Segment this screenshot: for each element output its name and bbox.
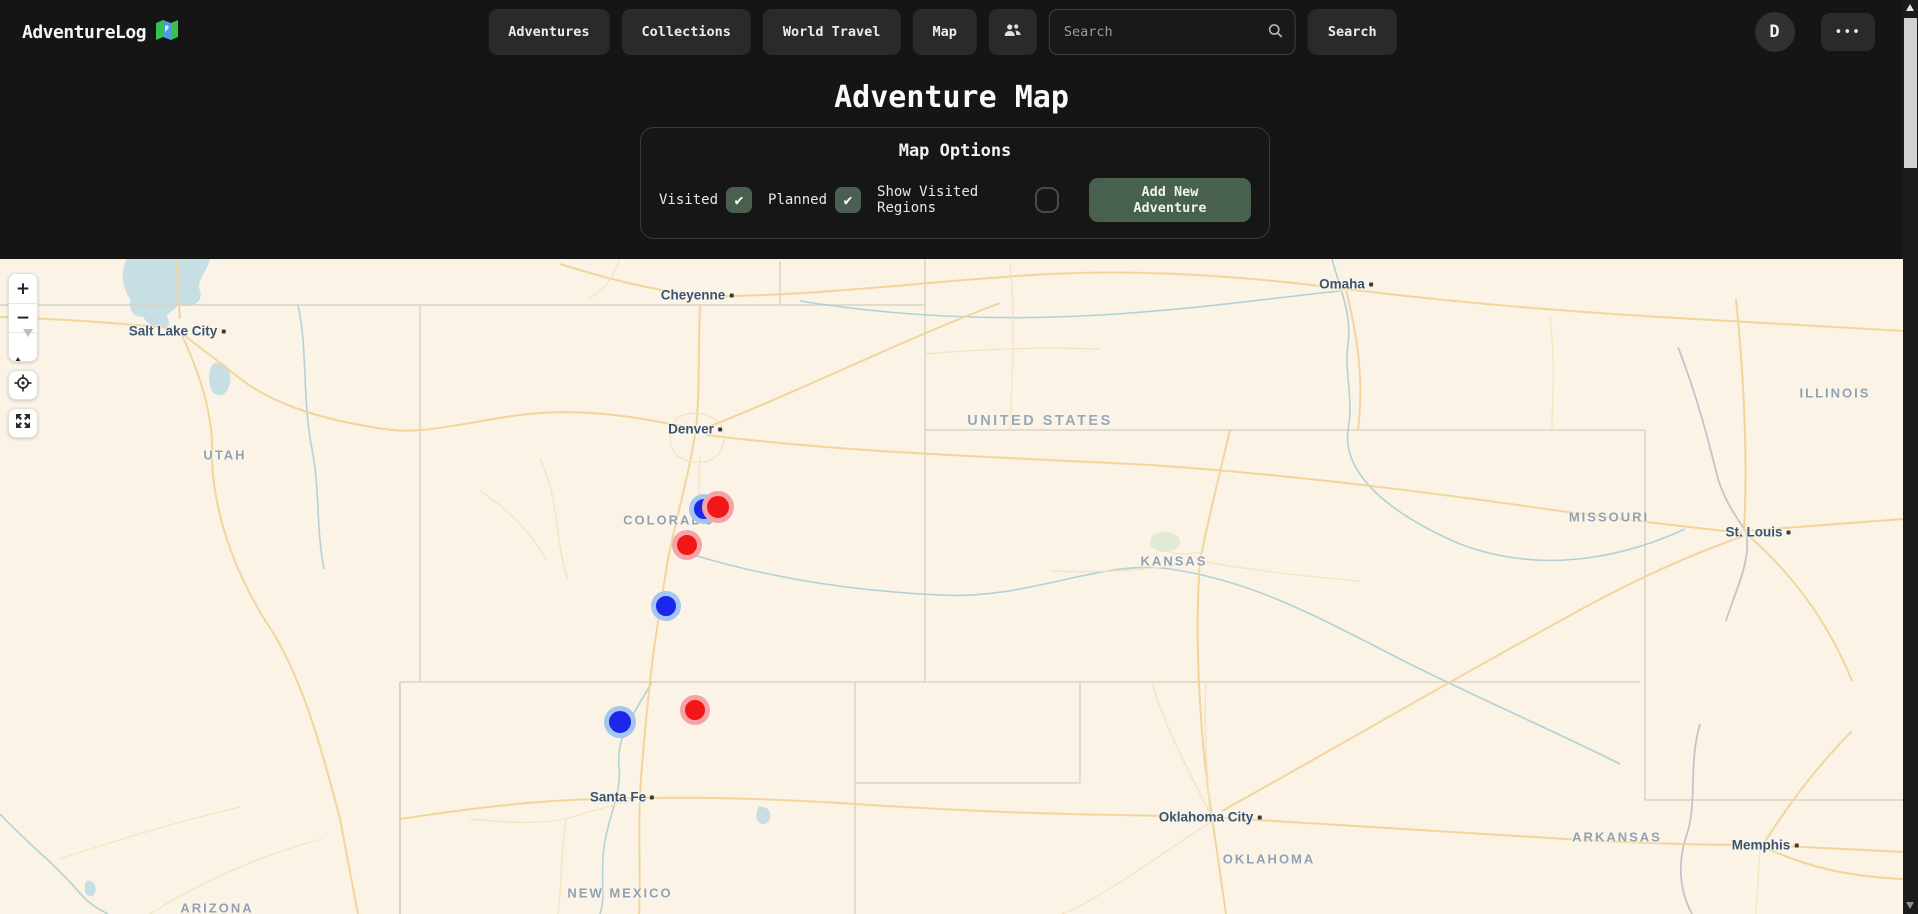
nav-map-button[interactable]: Map: [912, 9, 976, 55]
scrollbar-thumb[interactable]: [1904, 18, 1917, 168]
state-label: NEW MEXICO: [567, 886, 672, 901]
city-dot-icon: [729, 293, 733, 297]
city-name: Salt Lake City: [129, 324, 218, 339]
red-adventure-marker[interactable]: [702, 491, 734, 523]
country-label: UNITED STATES: [967, 413, 1113, 429]
city-label: Oklahoma City: [1159, 810, 1262, 825]
city-name: Cheyenne: [661, 288, 726, 303]
compass-icon: [13, 337, 33, 357]
visited-checkbox[interactable]: ✔: [726, 187, 752, 213]
city-name: St. Louis: [1726, 525, 1783, 540]
people-icon: [1004, 23, 1022, 41]
search-submit-button[interactable]: Search: [1308, 9, 1397, 55]
city-label: St. Louis: [1726, 525, 1791, 540]
basemap-art: [0, 259, 1903, 914]
planned-label: Planned: [768, 192, 827, 208]
show-visited-regions-toggle: Show Visited Regions: [877, 184, 1059, 216]
city-label: Omaha: [1319, 277, 1373, 292]
header-right: D •••: [1755, 12, 1875, 52]
zoom-in-button[interactable]: +: [9, 274, 37, 303]
fullscreen-button[interactable]: [8, 408, 38, 438]
city-dot-icon: [718, 427, 722, 431]
planned-toggle: Planned ✔: [768, 187, 861, 213]
city-dot-icon: [650, 795, 654, 799]
show-visited-regions-label: Show Visited Regions: [877, 184, 1027, 216]
state-label: KANSAS: [1141, 554, 1208, 569]
city-name: Santa Fe: [590, 790, 646, 805]
search-box: [1049, 9, 1296, 55]
nav-adventures-button[interactable]: Adventures: [488, 9, 609, 55]
search-input[interactable]: [1049, 9, 1296, 55]
scrollbar-up-arrow-icon[interactable]: [1906, 4, 1914, 11]
geolocate-button[interactable]: [8, 370, 38, 400]
city-dot-icon: [1257, 815, 1261, 819]
state-label: OKLAHOMA: [1223, 852, 1316, 867]
main-nav: Adventures Collections World Travel Map: [488, 9, 1396, 55]
city-dot-icon: [1369, 282, 1373, 286]
geolocate-icon: [14, 374, 32, 397]
blue-adventure-marker[interactable]: [651, 591, 681, 621]
city-name: Oklahoma City: [1159, 810, 1254, 825]
city-label: Salt Lake City: [129, 324, 226, 339]
add-new-adventure-button[interactable]: Add New Adventure: [1089, 178, 1251, 222]
logo[interactable]: AdventureLog: [22, 19, 179, 45]
logo-text: AdventureLog: [22, 22, 146, 43]
visited-toggle: Visited ✔: [659, 187, 752, 213]
city-label: Santa Fe: [590, 790, 654, 805]
more-menu-button[interactable]: •••: [1821, 13, 1875, 51]
state-label: UTAH: [203, 448, 246, 463]
visited-label: Visited: [659, 192, 718, 208]
nav-collections-button[interactable]: Collections: [621, 9, 750, 55]
page-scrollbar[interactable]: [1903, 0, 1918, 914]
adventurelog-app: AdventureLog Adventures Collections Worl…: [0, 0, 1918, 914]
map-options-card: Map Options Visited ✔ Planned ✔ Show Vis…: [640, 127, 1270, 239]
city-name: Denver: [668, 422, 714, 437]
header: AdventureLog Adventures Collections Worl…: [0, 0, 1903, 64]
red-adventure-marker[interactable]: [672, 530, 702, 560]
state-label: ARIZONA: [180, 901, 253, 914]
city-dot-icon: [1787, 530, 1791, 534]
city-label: Denver: [668, 422, 722, 437]
planned-checkbox[interactable]: ✔: [835, 187, 861, 213]
state-label: MISSOURI: [1569, 510, 1649, 525]
city-dot-icon: [1794, 843, 1798, 847]
red-adventure-marker[interactable]: [680, 695, 710, 725]
adventure-map[interactable]: Salt Lake City Cheyenne Denver Omaha St. Lou…: [0, 259, 1903, 914]
state-label: ARKANSAS: [1572, 830, 1662, 845]
map-emoji-icon: [155, 19, 179, 45]
page-title: Adventure Map: [0, 80, 1903, 115]
city-label: Memphis: [1732, 838, 1799, 853]
city-name: Memphis: [1732, 838, 1791, 853]
compass-button[interactable]: [9, 332, 37, 361]
search-icon: [1268, 23, 1284, 43]
scrollbar-down-arrow-icon[interactable]: [1906, 902, 1914, 909]
state-label: ILLINOIS: [1800, 386, 1871, 401]
city-name: Omaha: [1319, 277, 1365, 292]
show-visited-regions-checkbox[interactable]: [1035, 187, 1059, 213]
nav-users-button[interactable]: [989, 9, 1037, 55]
map-options-title: Map Options: [659, 141, 1251, 161]
avatar[interactable]: D: [1755, 12, 1795, 52]
zoom-out-button[interactable]: −: [9, 303, 37, 332]
map-options-row: Visited ✔ Planned ✔ Show Visited Regions…: [659, 178, 1251, 222]
nav-world-travel-button[interactable]: World Travel: [763, 9, 901, 55]
fullscreen-icon: [14, 412, 32, 435]
city-label: Cheyenne: [661, 288, 734, 303]
blue-adventure-marker[interactable]: [604, 706, 636, 738]
map-zoom-controls: + −: [8, 273, 38, 362]
city-dot-icon: [221, 329, 225, 333]
